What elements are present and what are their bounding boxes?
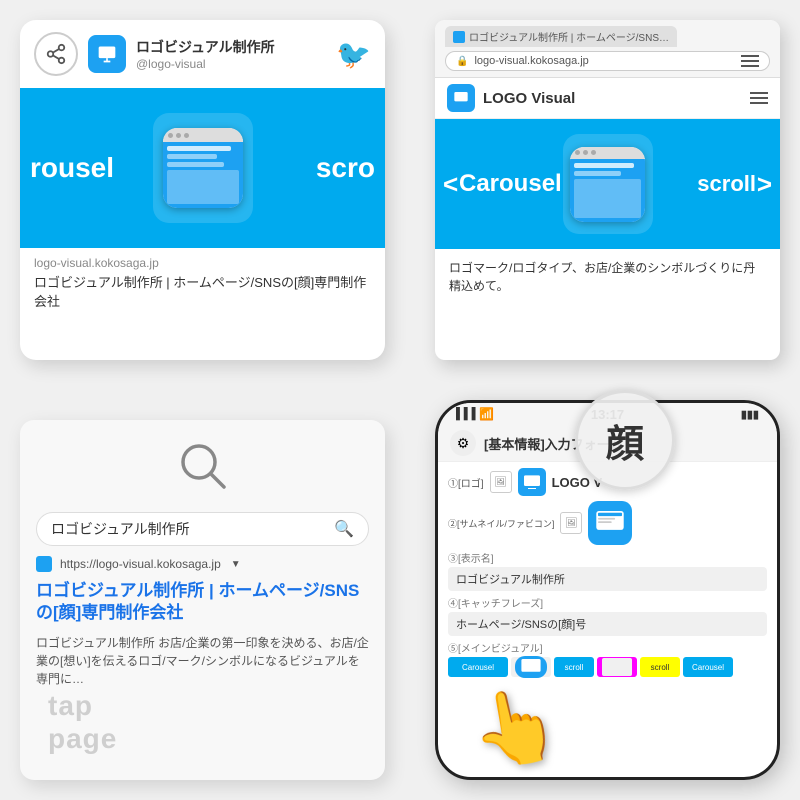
mini-banner-3: scroll xyxy=(554,657,594,677)
browser-icon xyxy=(163,128,243,208)
address-url: logo-visual.kokosaga.jp xyxy=(474,55,588,67)
share-icon[interactable] xyxy=(34,32,78,76)
browser-card: ロゴビジュアル制作所 | ホームページ/SNSの[顔]専門制作会社 🔒 logo… xyxy=(435,20,780,360)
address-bar[interactable]: 🔒 logo-visual.kokosaga.jp xyxy=(445,51,770,71)
result-favicon xyxy=(36,556,52,572)
footer-url: logo-visual.kokosaga.jp xyxy=(34,256,371,270)
carousel-logo-box xyxy=(563,134,653,234)
battery-icon: ▮▮▮ xyxy=(741,408,759,421)
field3-label: ③[表示名] xyxy=(448,550,767,565)
banner-right-text: scro xyxy=(316,152,375,184)
search-magnifier-icon xyxy=(177,440,229,502)
carousel-label-left: Carousel xyxy=(459,170,562,198)
lock-icon: 🔒 xyxy=(456,56,468,67)
result-url: https://logo-visual.kokosaga.jp xyxy=(60,557,221,571)
logo-img-placeholder: 🖼 xyxy=(490,471,512,493)
field4-label: ④[キャッチフレーズ] xyxy=(448,595,767,610)
field5-label: ⑤[メインビジュアル] xyxy=(448,640,767,655)
browser-body: ロゴマーク/ロゴタイプ、お店/企業のシンボルづくりに丹精込めて。 xyxy=(435,249,780,305)
thumbnail-placeholder: 🖼 xyxy=(560,512,582,534)
banner-area: rousel scro xyxy=(20,88,385,248)
field1-label: ①[ロゴ] xyxy=(448,475,484,490)
form-row-mainvisual: ⑤[メインビジュアル] Carousel scroll scroll Carou… xyxy=(448,640,767,677)
carousel-left-arrow[interactable]: < xyxy=(443,169,458,200)
field4-input[interactable]: ホームページ/SNSの[顔]号 xyxy=(448,612,767,636)
carousel-label-right: scroll xyxy=(697,171,756,197)
hamburger-menu[interactable] xyxy=(741,55,759,67)
account-handle: @logo-visual xyxy=(136,57,326,71)
search-bar[interactable]: ロゴビジュアル制作所 🔍 xyxy=(36,512,369,546)
search-submit-icon[interactable]: 🔍 xyxy=(334,519,354,539)
search-card: ロゴビジュアル制作所 🔍 https://logo-visual.kokosag… xyxy=(20,420,385,780)
tab-icon xyxy=(453,31,465,43)
search-top xyxy=(20,420,385,512)
mini-banner-2 xyxy=(511,657,551,677)
nav-logo-icon xyxy=(447,84,475,112)
browser-chrome: ロゴビジュアル制作所 | ホームページ/SNSの[顔]専門制作会社 🔒 logo… xyxy=(435,20,780,78)
mini-banner-4 xyxy=(597,657,637,677)
account-name: ロゴビジュアル制作所 xyxy=(136,37,326,57)
tap-page-label: tap page xyxy=(48,689,117,756)
mini-banner-1: Carousel xyxy=(448,657,508,677)
browser-body-text: ロゴマーク/ロゴタイプ、お店/企業のシンボルづくりに丹精込めて。 xyxy=(449,261,755,293)
card-footer: logo-visual.kokosaga.jp ロゴビジュアル制作所 | ホーム… xyxy=(20,248,385,318)
mini-banner-6: Carousel xyxy=(683,657,733,677)
result-url-row: https://logo-visual.kokosaga.jp ▼ xyxy=(20,546,385,576)
favicon-icon-large xyxy=(588,501,632,545)
wifi-icon: 📶 xyxy=(479,407,494,421)
form-row-displayname: ③[表示名] ロゴビジュアル制作所 xyxy=(448,550,767,591)
result-title[interactable]: ロゴビジュアル制作所 | ホームページ/SNSの[顔]専門制作会社 xyxy=(20,576,385,628)
kanji-text: 顔 xyxy=(606,413,644,468)
banner-logo-box xyxy=(153,113,253,223)
field3-input[interactable]: ロゴビジュアル制作所 xyxy=(448,567,767,591)
nav-bar: LOGO Visual xyxy=(435,78,780,119)
tab-title: ロゴビジュアル制作所 | ホームページ/SNSの[顔]専門制作会社 xyxy=(469,29,669,44)
mini-banners: Carousel scroll scroll Carousel xyxy=(448,657,767,677)
gear-icon: ⚙ xyxy=(450,430,476,456)
form-row-catchphrase: ④[キャッチフレーズ] ホームページ/SNSの[顔]号 xyxy=(448,595,767,636)
result-dropdown-icon: ▼ xyxy=(231,559,241,570)
result-description: ロゴビジュアル制作所 お店/企業の第一印象を決める、お店/企業の[想い]を伝える… xyxy=(20,628,385,694)
account-info: ロゴビジュアル制作所 @logo-visual xyxy=(136,37,326,71)
signal-icon: ▌▌▌ xyxy=(456,408,479,420)
twitter-icon: 🐦 xyxy=(336,38,371,71)
logo-icon-small xyxy=(88,35,126,73)
mini-icon xyxy=(515,656,547,678)
logo-box-icon xyxy=(518,468,546,496)
carousel-right-arrow[interactable]: > xyxy=(757,169,772,200)
search-query: ロゴビジュアル制作所 xyxy=(51,519,326,539)
banner-left-text: rousel xyxy=(30,152,114,184)
field2-label: ②[サムネイル/ファビコン] xyxy=(448,517,554,530)
carousel-browser-icon xyxy=(570,147,645,222)
footer-title: ロゴビジュアル制作所 | ホームページ/SNSの[顔]専門制作会社 xyxy=(34,272,371,310)
hand-cursor-icon: 👆 xyxy=(464,678,567,777)
nav-title: LOGO Visual xyxy=(483,90,575,107)
browser-carousel: < Carousel scroll > xyxy=(435,119,780,249)
nav-hamburger[interactable] xyxy=(750,92,768,104)
mini-banner-5: scroll xyxy=(640,657,680,677)
browser-tab[interactable]: ロゴビジュアル制作所 | ホームページ/SNSの[顔]専門制作会社 xyxy=(445,26,677,47)
twitter-share-card: ロゴビジュアル制作所 @logo-visual 🐦 rousel xyxy=(20,20,385,360)
kanji-circle-overlay: 顔 xyxy=(575,390,675,490)
form-row-thumbnail: ②[サムネイル/ファビコン] 🖼 xyxy=(448,501,767,545)
